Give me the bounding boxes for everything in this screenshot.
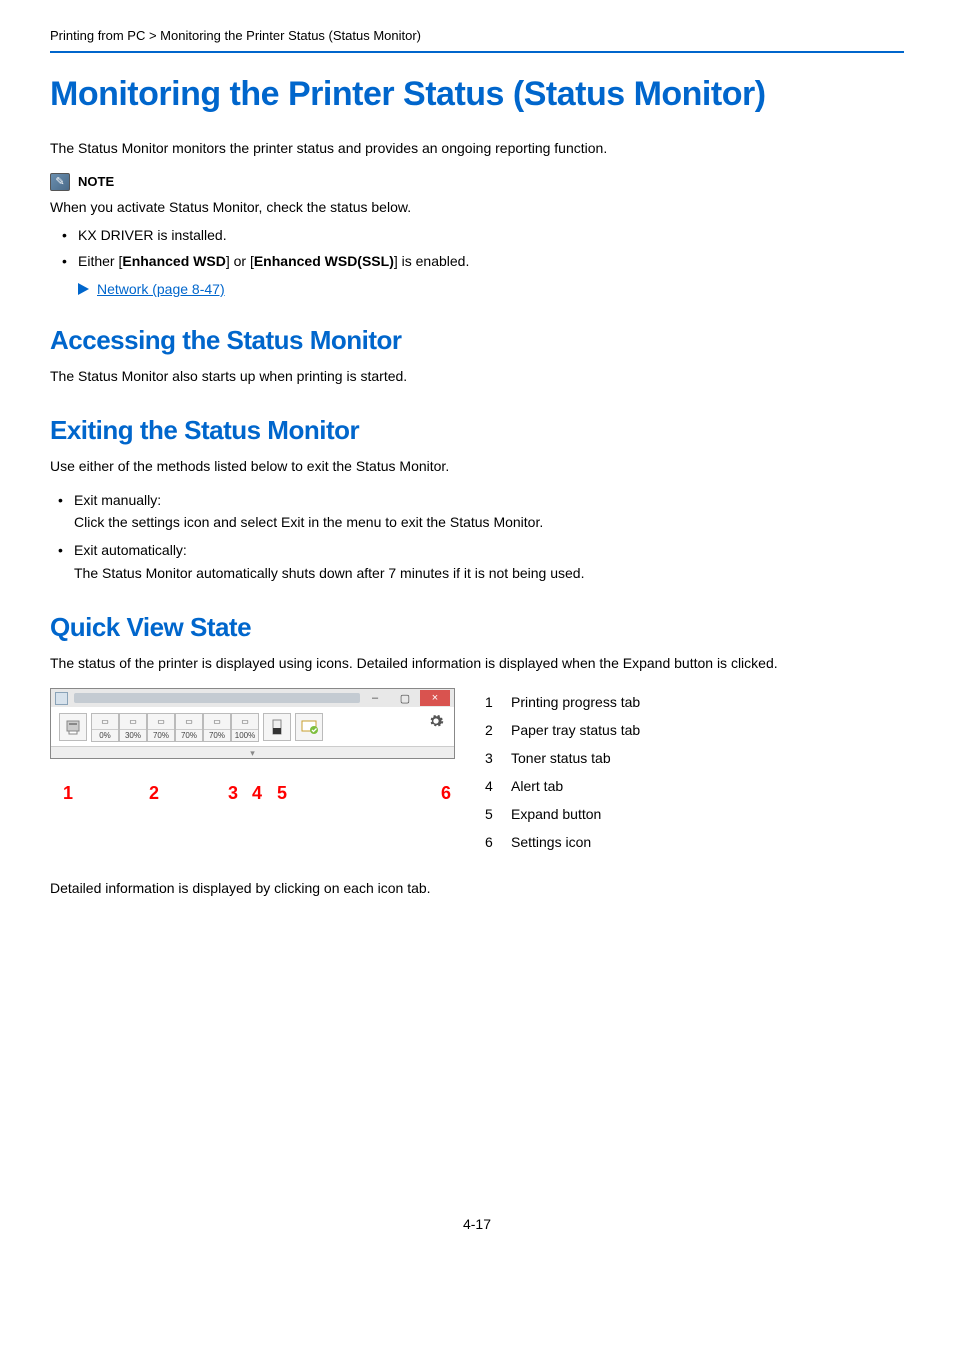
page-title: Monitoring the Printer Status (Status Mo… (50, 73, 904, 116)
legend-item: 6Settings icon (485, 828, 640, 856)
qv-body: The status of the printer is displayed u… (50, 653, 904, 674)
note-header: ✎ NOTE (50, 173, 904, 191)
exit-item: Exit automatically: The Status Monitor a… (52, 539, 904, 584)
tray: ▭70% (203, 713, 231, 742)
callout-numbers: 1 2 3 4 5 6 (50, 759, 455, 795)
settings-button[interactable] (428, 713, 446, 731)
note-body: When you activate Status Monitor, check … (50, 197, 904, 218)
paper-tray-status-tab[interactable]: ▭0% ▭30% ▭70% ▭70% ▭70% ▭100% (91, 713, 259, 742)
legend-item: 2Paper tray status tab (485, 716, 640, 744)
tray: ▭0% (91, 713, 119, 742)
gear-icon (428, 713, 444, 729)
intro-text: The Status Monitor monitors the printer … (50, 138, 904, 159)
page-number: 4-17 (50, 1216, 904, 1232)
arrow-right-icon (78, 283, 89, 295)
printer-icon (64, 718, 82, 736)
access-body: The Status Monitor also starts up when p… (50, 366, 904, 387)
legend-item: 3Toner status tab (485, 744, 640, 772)
qv-footer: Detailed information is displayed by cli… (50, 880, 904, 896)
note-bullets: KX DRIVER is installed. Either [Enhanced… (50, 222, 904, 275)
sm-titlebar: – ▢ × (51, 689, 454, 707)
breadcrumb: Printing from PC > Monitoring the Printe… (50, 28, 904, 53)
legend-item: 1Printing progress tab (485, 688, 640, 716)
exit-item-head: Exit automatically: (74, 542, 187, 558)
expand-button[interactable]: ▾ (51, 746, 454, 758)
heading-exiting: Exiting the Status Monitor (50, 415, 904, 446)
status-monitor-figure: – ▢ × ▭0% ▭30% ▭70% ▭70% ▭70% ▭100% (50, 688, 455, 795)
tray: ▭70% (175, 713, 203, 742)
tray: ▭30% (119, 713, 147, 742)
note-label: NOTE (78, 174, 114, 189)
note-item: KX DRIVER is installed. (62, 222, 904, 249)
legend-list: 1Printing progress tab 2Paper tray statu… (485, 688, 640, 856)
tray: ▭70% (147, 713, 175, 742)
tray: ▭100% (231, 713, 259, 742)
exit-item: Exit manually: Click the settings icon a… (52, 489, 904, 534)
callout-5: 5 (277, 783, 287, 804)
legend-item: 4Alert tab (485, 772, 640, 800)
maximize-icon[interactable]: ▢ (390, 690, 420, 706)
alert-tab[interactable] (295, 713, 323, 741)
callout-4: 4 (252, 783, 262, 804)
exit-item-desc: The Status Monitor automatically shuts d… (74, 562, 904, 584)
note-icon: ✎ (50, 173, 70, 191)
exit-body: Use either of the methods listed below t… (50, 456, 904, 477)
exit-list: Exit manually: Click the settings icon a… (50, 489, 904, 585)
callout-6: 6 (441, 783, 451, 804)
exit-item-desc: Click the settings icon and select Exit … (74, 511, 904, 533)
callout-2: 2 (149, 783, 159, 804)
exit-item-head: Exit manually: (74, 492, 161, 508)
xref-row: Network (page 8-47) (50, 281, 904, 297)
heading-quickview: Quick View State (50, 612, 904, 643)
status-monitor-window: – ▢ × ▭0% ▭30% ▭70% ▭70% ▭70% ▭100% (50, 688, 455, 759)
sm-title-text (74, 693, 360, 703)
alert-icon (300, 719, 318, 735)
sm-app-icon (55, 692, 68, 705)
legend-item: 5Expand button (485, 800, 640, 828)
heading-accessing: Accessing the Status Monitor (50, 325, 904, 356)
callout-1: 1 (63, 783, 73, 804)
toner-status-tab[interactable] (263, 713, 291, 741)
toner-icon (270, 718, 284, 736)
network-link[interactable]: Network (page 8-47) (97, 281, 225, 297)
note-item: Either [Enhanced WSD] or [Enhanced WSD(S… (62, 248, 904, 275)
minimize-icon[interactable]: – (360, 690, 390, 706)
callout-3: 3 (228, 783, 238, 804)
printing-progress-tab[interactable] (59, 713, 87, 741)
close-icon[interactable]: × (420, 690, 450, 706)
